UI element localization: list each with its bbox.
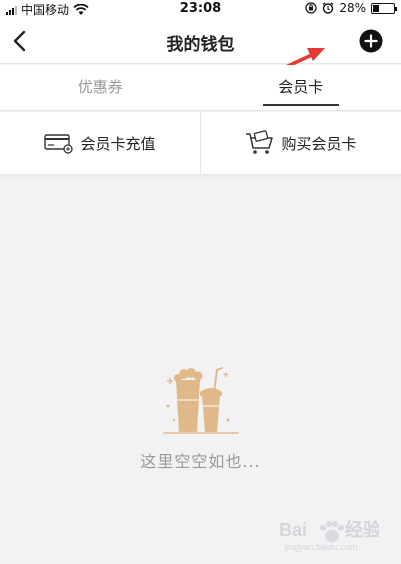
popcorn-drink-icon [162,367,239,434]
alarm-icon [322,2,334,14]
page-title: 我的钱包 [166,35,235,55]
action-bar: 会员卡充值 购买会员卡 [0,112,401,174]
battery-icon [371,2,397,14]
tab-member-card[interactable]: 会员卡 [201,65,401,110]
status-bar: 中国移动 23:08 28% [0,0,401,18]
shopping-cart-icon [246,130,274,154]
navigation-bar: 我的钱包 [0,18,401,64]
svg-text:Bai: Bai [279,520,307,540]
buy-card-label: 购买会员卡 [281,134,357,153]
recharge-card-label: 会员卡充值 [80,134,156,153]
battery-fill [373,4,379,12]
svg-text:经验: 经验 [345,519,379,540]
tab-bar: 优惠券 会员卡 [0,65,401,111]
battery-percent: 28% [339,1,366,15]
add-circle-icon[interactable] [359,29,383,53]
recharge-card-button[interactable]: 会员卡充值 [0,112,200,174]
card-recharge-icon [44,134,74,154]
buy-card-button[interactable]: 购买会员卡 [200,112,401,174]
status-right: 28% [305,1,397,15]
baidu-watermark-icon: Bai 经验 jingyan.baidu.com [279,519,379,552]
tab-coupons[interactable]: 优惠券 [0,65,201,110]
empty-state: 这里空空如也... [0,362,401,472]
svg-text:jingyan.baidu.com: jingyan.baidu.com [284,542,358,552]
empty-message: 这里空空如也... [140,452,261,471]
orientation-lock-icon [305,2,317,14]
